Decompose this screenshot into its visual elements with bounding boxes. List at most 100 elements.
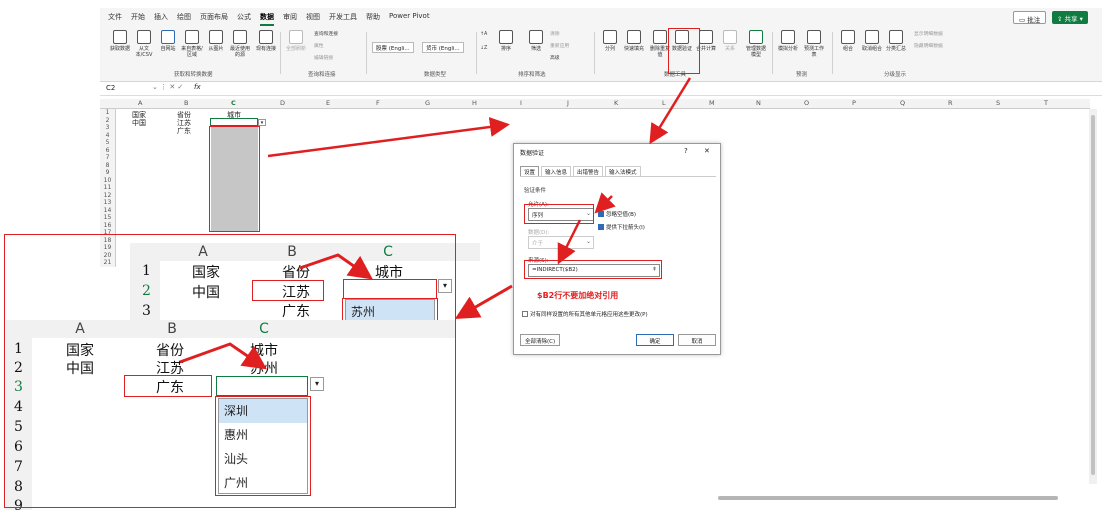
row-header[interactable]: 14 [100,207,115,215]
tab-draw[interactable]: 绘图 [177,12,191,26]
show-detail-button[interactable]: 显示明细数据 [914,30,943,37]
row-header[interactable]: 6 [100,147,115,155]
from-csv-button[interactable]: 从文本/CSV [132,30,156,58]
clear-filter-button[interactable]: 清除 [550,30,560,37]
cancel-button[interactable]: 取消 [678,334,716,346]
row-header[interactable]: 16 [100,222,115,230]
close-icon[interactable]: ✕ [704,147,710,155]
ignore-blank-checkbox[interactable]: 忽略空值(B) [598,210,636,218]
stock-data-type[interactable]: 股票 (Engli... [372,42,414,53]
cell-a2[interactable]: 中国 [132,118,146,128]
row-header[interactable]: 11 [100,184,115,192]
tab-developer[interactable]: 开发工具 [329,12,357,26]
dropdown-arrow-checkbox[interactable]: 提供下拉箭头(I) [598,223,645,231]
refresh-all-button[interactable]: 全部刷新 [284,30,308,52]
sort-button[interactable]: 排序 [494,30,518,52]
ok-button[interactable]: 确定 [636,334,674,346]
subtotal-button[interactable]: 分类汇总 [884,30,908,52]
tab-power-pivot[interactable]: Power Pivot [389,12,430,26]
dropdown-arrow-icon[interactable]: ▾ [258,119,266,126]
get-data-button[interactable]: 获取数据 [108,30,132,52]
comment-button[interactable]: ▭ 批注 [1013,11,1047,24]
queries-connections-button[interactable]: 查询和连接 [314,30,338,37]
col-header[interactable]: H [472,99,477,107]
row-header[interactable]: 15 [100,214,115,222]
col-header[interactable]: N [756,99,761,107]
from-web-button[interactable]: 自网站 [156,30,180,52]
col-header[interactable]: B [184,99,188,107]
sort-asc-icon[interactable]: ↑A [480,32,487,37]
properties-button[interactable]: 属性 [314,42,324,49]
row-header[interactable]: 5 [100,139,115,147]
row-header[interactable]: 13 [100,199,115,207]
fx-icon[interactable]: fx [194,83,201,91]
row-header[interactable]: 3 [100,124,115,132]
existing-connections-button[interactable]: 现有连接 [254,30,278,52]
scroll-thumb[interactable] [1091,115,1095,475]
col-header[interactable]: P [852,99,856,107]
tab-review[interactable]: 审阅 [283,12,297,26]
what-if-analysis-button[interactable]: 模拟分析 [776,30,800,52]
data-model-button[interactable]: 管理数据模型 [744,30,768,58]
recent-sources-button[interactable]: 最近使用的源 [228,30,252,58]
tab-data[interactable]: 数据 [260,12,274,26]
col-header[interactable]: J [567,99,569,107]
col-header[interactable]: O [804,99,809,107]
scroll-thumb[interactable] [718,496,1058,500]
text-to-columns-button[interactable]: 分列 [598,30,622,52]
row-header[interactable]: 9 [100,169,115,177]
from-picture-button[interactable]: 从图片 [204,30,228,52]
col-header[interactable]: F [376,99,380,107]
col-header[interactable]: D [280,99,285,107]
col-header[interactable]: L [662,99,666,107]
group-button[interactable]: 组合 [836,30,860,52]
from-table-button[interactable]: 来自表格/区域 [180,30,204,58]
tab-file[interactable]: 文件 [108,12,122,26]
tab-view[interactable]: 视图 [306,12,320,26]
hide-detail-button[interactable]: 隐藏明细数据 [914,42,943,49]
tab-home[interactable]: 开始 [131,12,145,26]
tab-formulas[interactable]: 公式 [237,12,251,26]
row-header[interactable]: 1 [100,109,115,117]
col-header[interactable]: M [709,99,715,107]
filter-button[interactable]: 筛选 [524,30,548,52]
tab-insert[interactable]: 插入 [154,12,168,26]
data-select[interactable]: 介于 ⌄ [528,236,594,249]
active-cell-c2[interactable] [210,118,258,126]
help-icon[interactable]: ? [684,147,688,155]
row-header[interactable]: 10 [100,177,115,185]
clear-all-button[interactable]: 全部清除(C) [520,334,560,346]
col-header[interactable]: A [138,99,142,107]
col-header[interactable]: S [996,99,1000,107]
row-header[interactable]: 8 [100,162,115,170]
row-header[interactable]: 7 [100,154,115,162]
col-header[interactable]: I [520,99,522,107]
share-button[interactable]: ⇪ 共享 ▾ [1052,11,1088,24]
edit-links-button[interactable]: 编辑链接 [314,54,333,61]
col-header[interactable]: G [425,99,430,107]
advanced-filter-button[interactable]: 高级 [550,54,560,61]
col-header[interactable]: Q [900,99,905,107]
currency-data-type[interactable]: 货币 (Engli... [422,42,464,53]
flash-fill-button[interactable]: 快速填充 [622,30,646,52]
row-header[interactable]: 12 [100,192,115,200]
reapply-button[interactable]: 重新应用 [550,42,569,49]
forecast-sheet-button[interactable]: 预测工作表 [802,30,826,58]
horizontal-scrollbar[interactable] [700,494,1090,502]
row-header[interactable]: 2 [100,117,115,125]
col-header[interactable]: C [231,99,236,107]
apply-all-checkbox[interactable]: 对有同样设置的所有其他单元格应用这些更改(P) [522,310,648,318]
tab-help[interactable]: 帮助 [366,12,380,26]
col-header[interactable]: E [326,99,330,107]
col-header[interactable]: R [948,99,953,107]
tab-page-layout[interactable]: 页面布局 [200,12,228,26]
col-header[interactable]: K [614,99,618,107]
ungroup-button[interactable]: 取消组合 [860,30,884,52]
cell-b3[interactable]: 广东 [177,126,191,136]
name-box[interactable]: C2 [106,84,115,92]
sort-desc-icon[interactable]: ↓Z [480,46,487,51]
relationships-button[interactable]: 关系 [718,30,742,52]
col-header[interactable]: T [1044,99,1048,107]
vertical-scrollbar[interactable] [1089,109,1097,484]
row-header[interactable]: 4 [100,132,115,140]
